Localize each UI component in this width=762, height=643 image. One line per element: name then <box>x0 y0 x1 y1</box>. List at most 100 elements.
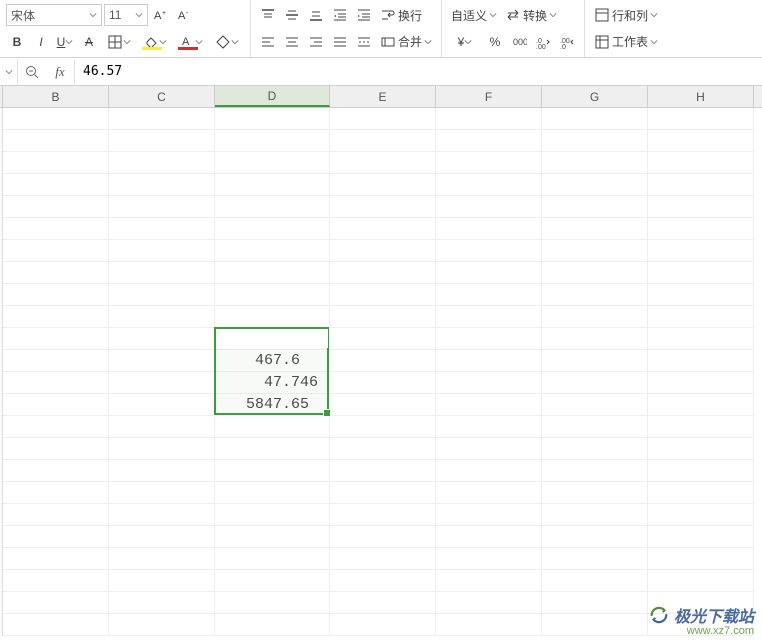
cell[interactable] <box>109 108 215 130</box>
cell[interactable] <box>542 416 648 438</box>
cell[interactable] <box>109 614 215 636</box>
cell[interactable] <box>3 108 109 130</box>
cell[interactable] <box>109 306 215 328</box>
cell[interactable] <box>330 306 436 328</box>
font-color-button[interactable]: A <box>174 31 208 53</box>
convert-button[interactable]: 转换 <box>502 4 560 26</box>
cell[interactable] <box>648 548 754 570</box>
cell[interactable] <box>436 284 542 306</box>
cell[interactable] <box>648 504 754 526</box>
cell[interactable] <box>109 240 215 262</box>
cell[interactable] <box>542 526 648 548</box>
cell[interactable] <box>330 284 436 306</box>
cell[interactable] <box>542 152 648 174</box>
cell[interactable] <box>215 504 330 526</box>
font-size-select[interactable]: 11 <box>104 4 148 26</box>
cell[interactable] <box>3 262 109 284</box>
cell[interactable] <box>3 284 109 306</box>
column-header-B[interactable]: B <box>3 86 109 107</box>
cell[interactable] <box>648 394 754 416</box>
cell[interactable] <box>215 284 330 306</box>
cell[interactable] <box>436 174 542 196</box>
cell[interactable] <box>109 570 215 592</box>
cell[interactable] <box>648 526 754 548</box>
cell[interactable] <box>436 570 542 592</box>
cell[interactable] <box>215 196 330 218</box>
cell[interactable] <box>648 350 754 372</box>
underline-button[interactable]: U <box>54 31 76 53</box>
cell[interactable] <box>648 130 754 152</box>
cell[interactable] <box>109 152 215 174</box>
percent-button[interactable]: % <box>484 31 506 53</box>
cell[interactable] <box>330 394 436 416</box>
cell[interactable] <box>330 526 436 548</box>
cell[interactable] <box>542 460 648 482</box>
cell[interactable] <box>542 394 648 416</box>
cell[interactable] <box>648 372 754 394</box>
cell[interactable] <box>109 350 215 372</box>
cell[interactable] <box>542 196 648 218</box>
cell[interactable] <box>109 218 215 240</box>
cell[interactable] <box>436 416 542 438</box>
cell[interactable] <box>109 262 215 284</box>
cell[interactable] <box>648 416 754 438</box>
name-box-dropdown[interactable] <box>0 59 18 85</box>
cell[interactable] <box>3 526 109 548</box>
cell[interactable] <box>648 460 754 482</box>
cell[interactable] <box>215 218 330 240</box>
cell[interactable] <box>3 614 109 636</box>
cell[interactable] <box>3 416 109 438</box>
cell[interactable] <box>330 130 436 152</box>
cell[interactable] <box>215 570 330 592</box>
cell[interactable] <box>542 372 648 394</box>
cell[interactable] <box>436 152 542 174</box>
cell[interactable] <box>330 372 436 394</box>
cell[interactable] <box>542 350 648 372</box>
cell[interactable] <box>648 328 754 350</box>
align-top-button[interactable] <box>257 4 279 26</box>
cell[interactable] <box>215 306 330 328</box>
strike-button[interactable]: A <box>78 31 100 53</box>
fx-label[interactable]: fx <box>46 64 74 80</box>
cell[interactable] <box>109 284 215 306</box>
cell[interactable] <box>330 328 436 350</box>
cell[interactable] <box>330 592 436 614</box>
cell[interactable] <box>542 504 648 526</box>
cell[interactable] <box>109 174 215 196</box>
cell[interactable] <box>215 240 330 262</box>
cell[interactable] <box>436 438 542 460</box>
cell[interactable] <box>648 174 754 196</box>
cell[interactable] <box>436 328 542 350</box>
cell[interactable] <box>215 438 330 460</box>
cell[interactable] <box>648 218 754 240</box>
cell[interactable] <box>330 108 436 130</box>
merge-button[interactable]: 合并 <box>377 31 435 53</box>
distribute-button[interactable] <box>353 31 375 53</box>
cell[interactable] <box>542 482 648 504</box>
cell[interactable] <box>109 504 215 526</box>
cell[interactable]: 47.746 <box>215 372 330 394</box>
cell[interactable] <box>436 526 542 548</box>
column-header-C[interactable]: C <box>109 86 215 107</box>
cell[interactable] <box>542 240 648 262</box>
cell[interactable] <box>109 328 215 350</box>
cell[interactable] <box>542 306 648 328</box>
column-header-E[interactable]: E <box>330 86 436 107</box>
formula-input[interactable] <box>74 60 762 84</box>
increase-indent-button[interactable] <box>353 4 375 26</box>
cell[interactable] <box>648 614 754 636</box>
worksheet-button[interactable]: 工作表 <box>591 31 661 53</box>
cell[interactable] <box>3 592 109 614</box>
cell[interactable] <box>542 262 648 284</box>
cell[interactable] <box>3 130 109 152</box>
cell[interactable] <box>542 328 648 350</box>
sheet-body[interactable]: 46.57467.647.7465847.65 <box>0 108 762 636</box>
column-header-H[interactable]: H <box>648 86 754 107</box>
cell[interactable] <box>215 460 330 482</box>
border-button[interactable] <box>102 31 136 53</box>
cell[interactable] <box>330 548 436 570</box>
cell[interactable] <box>330 350 436 372</box>
cell[interactable] <box>330 218 436 240</box>
cell[interactable] <box>648 592 754 614</box>
align-left-button[interactable] <box>257 31 279 53</box>
